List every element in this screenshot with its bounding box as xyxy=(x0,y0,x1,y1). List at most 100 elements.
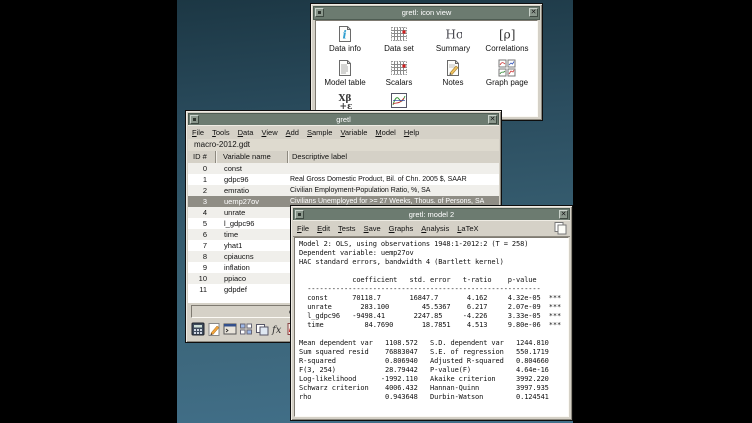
window-menu-button[interactable] xyxy=(295,210,304,219)
notes-icon xyxy=(444,59,462,77)
menu-help[interactable]: Help xyxy=(400,128,423,137)
correlations-icon: [ρ] xyxy=(498,25,516,43)
variable-id: 7 xyxy=(188,240,216,251)
calculator-icon[interactable] xyxy=(190,322,205,337)
menu-variable[interactable]: Variable xyxy=(336,128,371,137)
variable-name: uemp27ov xyxy=(216,196,288,207)
menu-view[interactable]: View xyxy=(257,128,281,137)
variable-label: Civilian Employment-Population Ratio, %,… xyxy=(288,185,499,196)
column-variable-name[interactable]: Variable name xyxy=(216,151,288,163)
close-icon[interactable]: ✕ xyxy=(529,8,538,17)
variable-id: 0 xyxy=(188,163,216,174)
icon-label: Correlations xyxy=(480,44,534,53)
icon-view-content: i Data info Data set Hσ Summary [ρ] Corr… xyxy=(315,20,538,117)
menu-edit[interactable]: Edit xyxy=(313,224,334,233)
variable-id: 11 xyxy=(188,284,216,295)
column-descriptive-label[interactable]: Descriptive label xyxy=(288,151,499,163)
menu-file[interactable]: File xyxy=(188,128,208,137)
svg-text:Hσ: Hσ xyxy=(446,28,463,42)
function-reference-icon[interactable]: fx xyxy=(270,322,285,337)
screen: gretl: icon view ✕ i Data info Data set … xyxy=(0,0,752,423)
icon-label: Model table xyxy=(318,78,372,87)
main-title: gretl xyxy=(336,115,351,125)
variable-name: cpiaucns xyxy=(216,251,288,262)
summary-stats-icon: Hσ xyxy=(444,25,462,43)
icon-model-table[interactable]: Model table xyxy=(318,59,372,87)
icon-scalars[interactable]: Scalars xyxy=(372,59,426,87)
icon-view-icon[interactable] xyxy=(238,322,253,337)
icon-label: Summary xyxy=(426,44,480,53)
close-icon[interactable]: ✕ xyxy=(488,115,497,124)
graph-icon xyxy=(390,92,408,110)
variable-name: emratio xyxy=(216,185,288,196)
data-grid-icon xyxy=(390,25,408,43)
variable-id: 2 xyxy=(188,185,216,196)
model-equation-icon: Xβ+ε xyxy=(336,92,354,110)
scalars-grid-icon xyxy=(390,59,408,77)
icon-data-set[interactable]: Data set xyxy=(372,25,426,53)
variable-row[interactable]: 0const xyxy=(188,163,499,174)
close-icon[interactable]: ✕ xyxy=(559,210,568,219)
menu-model[interactable]: Model xyxy=(371,128,399,137)
menu-add[interactable]: Add xyxy=(282,128,303,137)
variable-name: yhat1 xyxy=(216,240,288,251)
icon-graph-page[interactable]: Graph page xyxy=(480,59,534,87)
edit-script-icon[interactable] xyxy=(206,322,221,337)
variable-name: ppiaco xyxy=(216,273,288,284)
window-menu-button[interactable] xyxy=(190,115,199,124)
model-title: gretl: model 2 xyxy=(409,210,454,220)
model-output-area: Model 2: OLS, using observations 1948:1-… xyxy=(294,237,569,417)
variable-name: unrate xyxy=(216,207,288,218)
menu-file[interactable]: File xyxy=(293,224,313,233)
variable-id: 8 xyxy=(188,251,216,262)
icon-label: Data set xyxy=(372,44,426,53)
icon-graph[interactable] xyxy=(372,92,426,111)
icon-label: Data info xyxy=(318,44,372,53)
icon-label: Graph page xyxy=(480,78,534,87)
variable-name: l_gdpc96 xyxy=(216,218,288,229)
icon-view-title: gretl: icon view xyxy=(402,8,452,18)
menu-data[interactable]: Data xyxy=(234,128,258,137)
variable-id: 1 xyxy=(188,174,216,185)
model-window: gretl: model 2 ✕ File Edit Tests Save Gr… xyxy=(290,205,573,421)
icon-notes[interactable]: Notes xyxy=(426,59,480,87)
icon-view-titlebar[interactable]: gretl: icon view ✕ xyxy=(313,6,540,20)
svg-text:i: i xyxy=(343,29,347,42)
variable-label xyxy=(288,163,499,174)
column-id[interactable]: ID # xyxy=(188,151,216,163)
variable-id: 9 xyxy=(188,262,216,273)
info-document-icon: i xyxy=(336,25,354,43)
graph-page-icon xyxy=(498,59,516,77)
model-output-text: Model 2: OLS, using observations 1948:1-… xyxy=(295,238,568,404)
copy-icon[interactable] xyxy=(552,221,568,235)
svg-text:[ρ]: [ρ] xyxy=(499,28,515,42)
icon-model[interactable]: Xβ+ε xyxy=(318,92,372,111)
icon-label: Scalars xyxy=(372,78,426,87)
console-icon[interactable] xyxy=(222,322,237,337)
menu-tools[interactable]: Tools xyxy=(208,128,234,137)
variable-name: gdpdef xyxy=(216,284,288,295)
variable-name: const xyxy=(216,163,288,174)
icon-data-info[interactable]: i Data info xyxy=(318,25,372,53)
variable-id: 5 xyxy=(188,218,216,229)
variable-row[interactable]: 1gdpc96Real Gross Domestic Product, Bil.… xyxy=(188,174,499,185)
variable-row[interactable]: 2emratioCivilian Employment-Population R… xyxy=(188,185,499,196)
icon-correlations[interactable]: [ρ] Correlations xyxy=(480,25,534,53)
model-menubar: File Edit Tests Save Graphs Analysis LaT… xyxy=(293,220,570,237)
menu-tests[interactable]: Tests xyxy=(334,224,360,233)
variable-id: 4 xyxy=(188,207,216,218)
menu-latex[interactable]: LaTeX xyxy=(453,224,482,233)
variable-id: 10 xyxy=(188,273,216,284)
main-menubar: File Tools Data View Add Sample Variable… xyxy=(188,125,499,140)
window-menu-button[interactable] xyxy=(315,8,324,17)
menu-analysis[interactable]: Analysis xyxy=(417,224,453,233)
menu-sample[interactable]: Sample xyxy=(303,128,336,137)
variable-label: Real Gross Domestic Product, Bil. of Chn… xyxy=(288,174,499,185)
icon-view-window: gretl: icon view ✕ i Data info Data set … xyxy=(310,3,543,121)
icon-summary[interactable]: Hσ Summary xyxy=(426,25,480,53)
dataset-name: macro-2012.gdt xyxy=(188,139,499,151)
menu-graphs[interactable]: Graphs xyxy=(385,224,418,233)
variable-name: gdpc96 xyxy=(216,174,288,185)
menu-save[interactable]: Save xyxy=(360,224,385,233)
session-windows-icon[interactable] xyxy=(254,322,269,337)
